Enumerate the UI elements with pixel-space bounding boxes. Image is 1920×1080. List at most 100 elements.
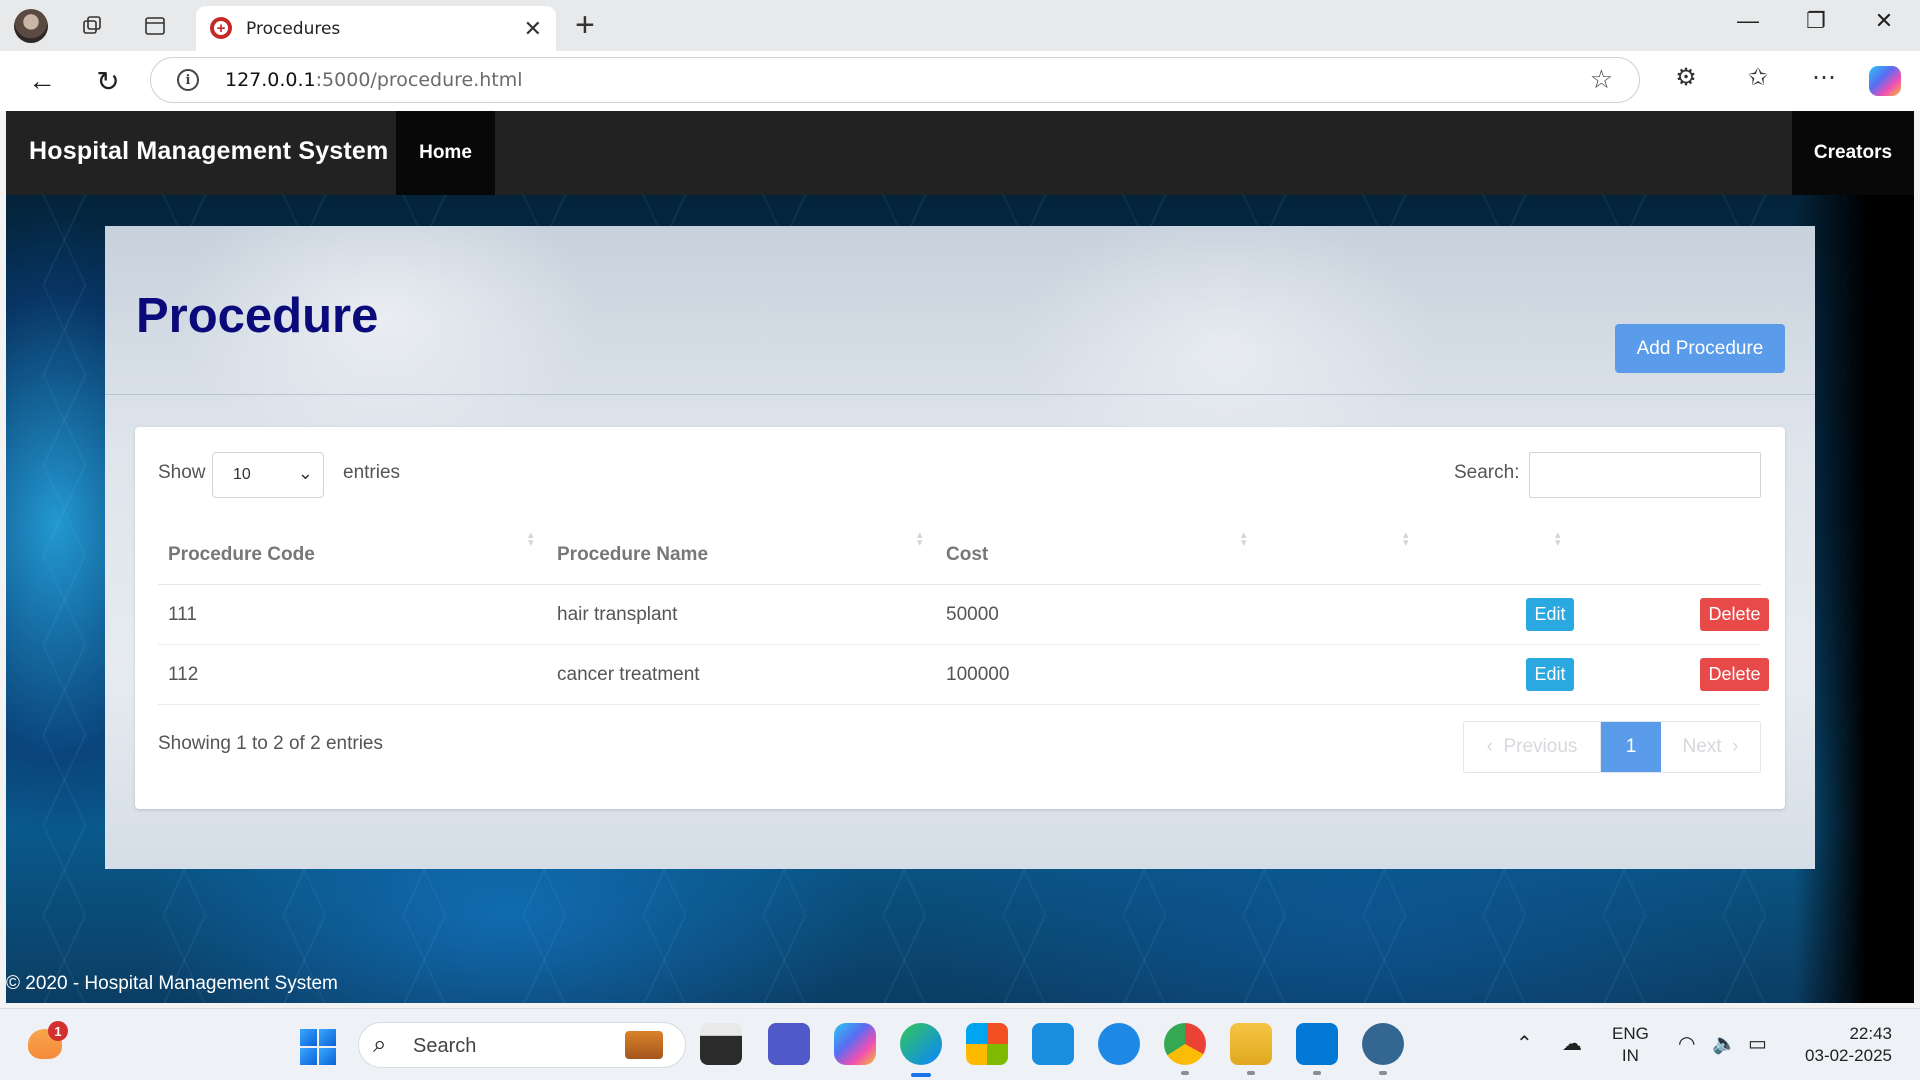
entries-length-select[interactable]: 10 ⌄: [212, 452, 324, 498]
lang-top: ENG: [1612, 1024, 1649, 1043]
vscode-icon[interactable]: [1296, 1023, 1338, 1065]
profile-avatar[interactable]: [14, 9, 48, 43]
cell-code: 112: [168, 664, 199, 685]
copilot-icon[interactable]: [1869, 66, 1901, 96]
copilot-app-icon[interactable]: [834, 1023, 876, 1065]
taskbar: 1 ⌕ Search ⌃ ☁ ENG IN ◠ 🔈 ▭ 22:43 03-02-…: [0, 1008, 1920, 1080]
extensions-icon[interactable]: ⚙: [1668, 63, 1704, 92]
battery-icon[interactable]: ▭: [1748, 1031, 1767, 1056]
favorite-star-icon[interactable]: ☆: [1590, 64, 1613, 95]
new-tab-icon[interactable]: +: [575, 6, 595, 45]
more-options-icon[interactable]: ⋯: [1806, 63, 1842, 92]
nav-creators-link[interactable]: Creators: [1792, 111, 1914, 195]
pagination: ‹ Previous 1 Next ›: [1463, 721, 1761, 773]
teams-icon[interactable]: [768, 1023, 810, 1065]
search-label: Search:: [1454, 462, 1520, 483]
url-path: :5000/procedure.html: [315, 69, 523, 91]
page-1-button[interactable]: 1: [1601, 722, 1661, 772]
site-info-icon[interactable]: i: [177, 69, 199, 91]
table-row: 111 hair transplant 50000 Edit Delete: [158, 585, 1769, 645]
page-title: Procedure: [136, 289, 379, 343]
myhp-icon[interactable]: [1032, 1023, 1074, 1065]
add-procedure-button[interactable]: Add Procedure: [1615, 324, 1785, 373]
help-icon[interactable]: [1098, 1023, 1140, 1065]
onedrive-icon[interactable]: ☁: [1562, 1031, 1582, 1056]
entries-label: entries: [343, 462, 401, 483]
close-tab-icon[interactable]: ✕: [524, 16, 542, 42]
cell-code: 111: [168, 604, 197, 625]
browser-tab-strip: Procedures ✕ + — ❐ ✕: [0, 0, 1920, 51]
divider: [105, 394, 1815, 395]
clock-date: 03-02-2025: [1805, 1046, 1892, 1065]
restore-icon[interactable]: ❐: [1796, 8, 1836, 34]
column-header-code[interactable]: Procedure Code: [168, 544, 315, 566]
active-app-indicator: [911, 1073, 931, 1077]
clock-time: 22:43: [1849, 1024, 1892, 1043]
sort-icon[interactable]: ▴ ▾: [1241, 530, 1247, 549]
chrome-icon[interactable]: [1164, 1023, 1206, 1065]
refresh-icon[interactable]: ↻: [90, 63, 126, 99]
sort-icon[interactable]: ▴ ▾: [528, 530, 534, 549]
table-search-input[interactable]: [1529, 452, 1761, 498]
workspaces-icon[interactable]: [76, 9, 110, 43]
start-windows-icon[interactable]: [300, 1029, 336, 1065]
column-header-name[interactable]: Procedure Name: [557, 544, 708, 566]
minimize-icon[interactable]: —: [1728, 8, 1768, 34]
brand-title[interactable]: Hospital Management System: [29, 137, 388, 166]
web-page: Hospital Management System Home Creators…: [6, 111, 1914, 1003]
running-indicator: [1247, 1071, 1255, 1075]
back-icon[interactable]: ←: [24, 63, 60, 99]
cell-cost: 100000: [946, 664, 1010, 685]
wifi-icon[interactable]: ◠: [1678, 1031, 1695, 1056]
task-view-icon[interactable]: [700, 1023, 742, 1065]
chevron-left-icon: ‹: [1486, 736, 1504, 757]
table-info: Showing 1 to 2 of 2 entries: [158, 733, 383, 754]
next-label: Next: [1682, 736, 1722, 757]
close-window-icon[interactable]: ✕: [1864, 8, 1904, 34]
store-icon[interactable]: [966, 1023, 1008, 1065]
postgresql-icon[interactable]: [1362, 1023, 1404, 1065]
sort-icon[interactable]: ▴ ▾: [1403, 530, 1409, 549]
url-text: 127.0.0.1:5000/procedure.html: [225, 69, 523, 91]
vertical-tabs-icon[interactable]: [138, 9, 172, 43]
entries-length-value: 10: [233, 466, 251, 483]
next-page-button[interactable]: Next ›: [1661, 722, 1760, 772]
tab-procedures[interactable]: Procedures ✕: [196, 6, 556, 51]
chevron-right-icon: ›: [1721, 736, 1739, 757]
footer-copyright: © 2020 - Hospital Management System: [6, 973, 338, 994]
taskbar-search-placeholder: Search: [413, 1035, 477, 1057]
url-field[interactable]: i 127.0.0.1:5000/procedure.html ☆: [150, 57, 1640, 103]
edit-button[interactable]: Edit: [1526, 598, 1574, 631]
chevron-down-icon: ⌄: [297, 463, 313, 483]
show-hidden-icons-icon[interactable]: ⌃: [1516, 1031, 1533, 1056]
previous-label: Previous: [1503, 736, 1578, 757]
nav-home-link[interactable]: Home: [396, 111, 495, 195]
volume-icon[interactable]: 🔈: [1712, 1031, 1737, 1056]
favorites-icon[interactable]: ✩: [1740, 63, 1776, 92]
language-indicator[interactable]: ENG IN: [1612, 1023, 1649, 1067]
previous-page-button[interactable]: ‹ Previous: [1464, 722, 1601, 772]
edge-browser-icon[interactable]: [900, 1023, 942, 1065]
edit-button[interactable]: Edit: [1526, 658, 1574, 691]
tab-title: Procedures: [246, 19, 341, 39]
table-row: 112 cancer treatment 100000 Edit Delete: [158, 645, 1769, 705]
lang-bottom: IN: [1621, 1046, 1639, 1065]
taskbar-search-input[interactable]: ⌕ Search: [358, 1022, 686, 1068]
running-indicator: [1181, 1071, 1189, 1075]
delete-button[interactable]: Delete: [1700, 598, 1769, 631]
file-explorer-icon[interactable]: [1230, 1023, 1272, 1065]
show-label: Show: [158, 462, 206, 483]
hospital-favicon-icon: [210, 17, 232, 39]
search-icon: ⌕: [373, 1031, 387, 1058]
running-indicator: [1379, 1071, 1387, 1075]
clock[interactable]: 22:43 03-02-2025: [1796, 1023, 1892, 1067]
url-host: 127.0.0.1: [225, 69, 316, 91]
sort-icon[interactable]: ▴ ▾: [917, 530, 923, 549]
cell-name: cancer treatment: [557, 664, 700, 685]
cell-cost: 50000: [946, 604, 999, 625]
column-header-cost[interactable]: Cost: [946, 544, 988, 566]
delete-button[interactable]: Delete: [1700, 658, 1769, 691]
sort-icon[interactable]: ▴ ▾: [1555, 530, 1561, 549]
address-bar-row: ← ↻ i 127.0.0.1:5000/procedure.html ☆ ⚙ …: [0, 51, 1920, 111]
content-container: Procedure Add Procedure Show 10 ⌄ entrie…: [105, 226, 1815, 869]
